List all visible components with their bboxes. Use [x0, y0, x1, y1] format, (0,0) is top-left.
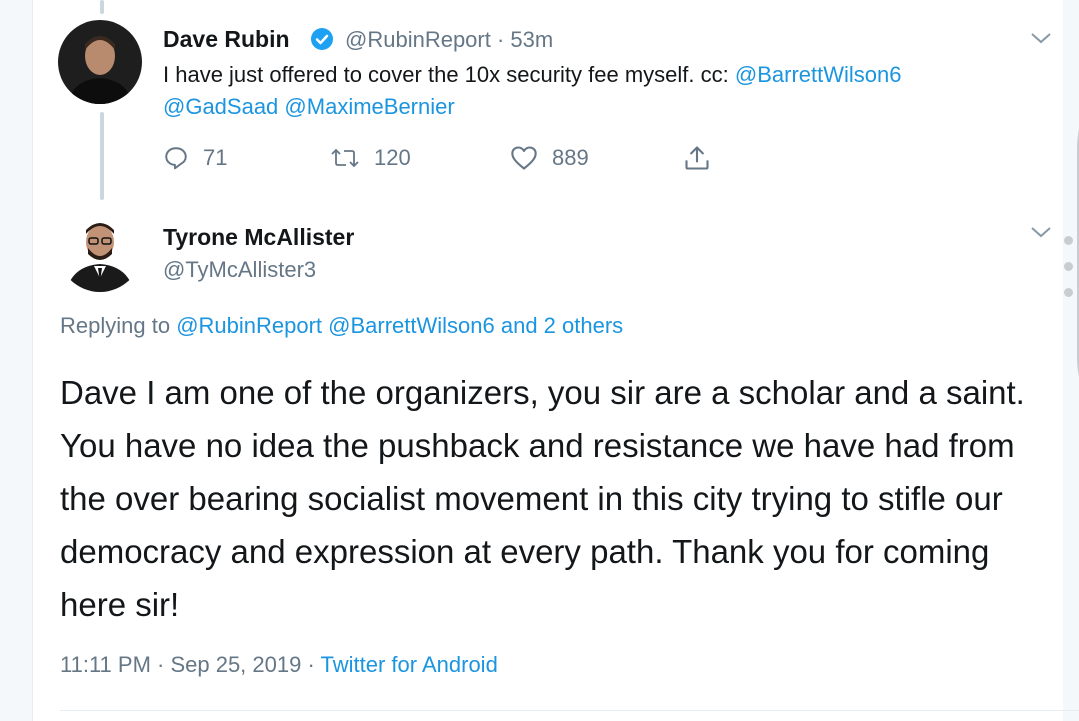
more-dots-icon[interactable]: [1064, 236, 1076, 300]
separator-dot: ·: [490, 27, 511, 52]
tweet-meta: 11:11 PM · Sep 25, 2019 · Twitter for An…: [60, 652, 498, 678]
share-action[interactable]: [683, 141, 725, 175]
verified-badge-icon: [311, 28, 333, 50]
mention-gadsaad[interactable]: @GadSaad: [163, 94, 278, 119]
heart-icon: [511, 146, 537, 170]
tweet-source[interactable]: Twitter for Android: [321, 652, 498, 677]
retweet-icon: [331, 148, 359, 168]
replying-to-prefix: Replying to: [60, 313, 177, 338]
author-name-dave-rubin[interactable]: Dave Rubin: [163, 26, 290, 53]
tweet-timestamp[interactable]: 11:11 PM · Sep 25, 2019 ·: [60, 652, 321, 677]
tweet-text-dave-rubin: I have just offered to cover the 10x sec…: [163, 59, 1043, 123]
reply-icon: [165, 147, 187, 170]
replying-to-line: Replying to @RubinReport @BarrettWilson6…: [60, 313, 623, 339]
reply-count: 71: [203, 145, 228, 170]
avatar-tyrone-mcallister[interactable]: [58, 208, 142, 292]
like-action[interactable]: 889: [510, 141, 589, 175]
author-name-tyrone-mcallister[interactable]: Tyrone McAllister: [163, 224, 354, 251]
chevron-down-icon[interactable]: [1030, 225, 1052, 239]
like-count: 889: [552, 145, 589, 170]
tweet-time[interactable]: 53m: [510, 27, 553, 52]
tweet-body: I have just offered to cover the 10x sec…: [163, 62, 735, 87]
thread-line-top: [100, 0, 104, 14]
author-handle-tymcallister3[interactable]: @TyMcAllister3: [163, 257, 316, 283]
author-handle-rubinreport[interactable]: @RubinReport: [345, 27, 491, 52]
thread-line-middle: [100, 112, 104, 200]
avatar-dave-rubin[interactable]: [58, 20, 142, 104]
author-handle-line: @RubinReport · 53m: [345, 27, 553, 53]
mention-maximebernier[interactable]: @MaximeBernier: [284, 94, 454, 119]
retweet-action[interactable]: 120: [330, 141, 411, 175]
mention-barrettwilson6[interactable]: @BarrettWilson6: [735, 62, 902, 87]
divider: [60, 710, 1079, 711]
reply-action[interactable]: 71: [163, 141, 227, 175]
replying-to-users[interactable]: @RubinReport @BarrettWilson6 and 2 other…: [176, 313, 623, 338]
chevron-down-icon[interactable]: [1030, 31, 1052, 45]
retweet-count: 120: [374, 145, 411, 170]
share-icon: [685, 146, 709, 170]
tweet-text-tyrone-mcallister: Dave I am one of the organizers, you sir…: [60, 374, 1025, 623]
